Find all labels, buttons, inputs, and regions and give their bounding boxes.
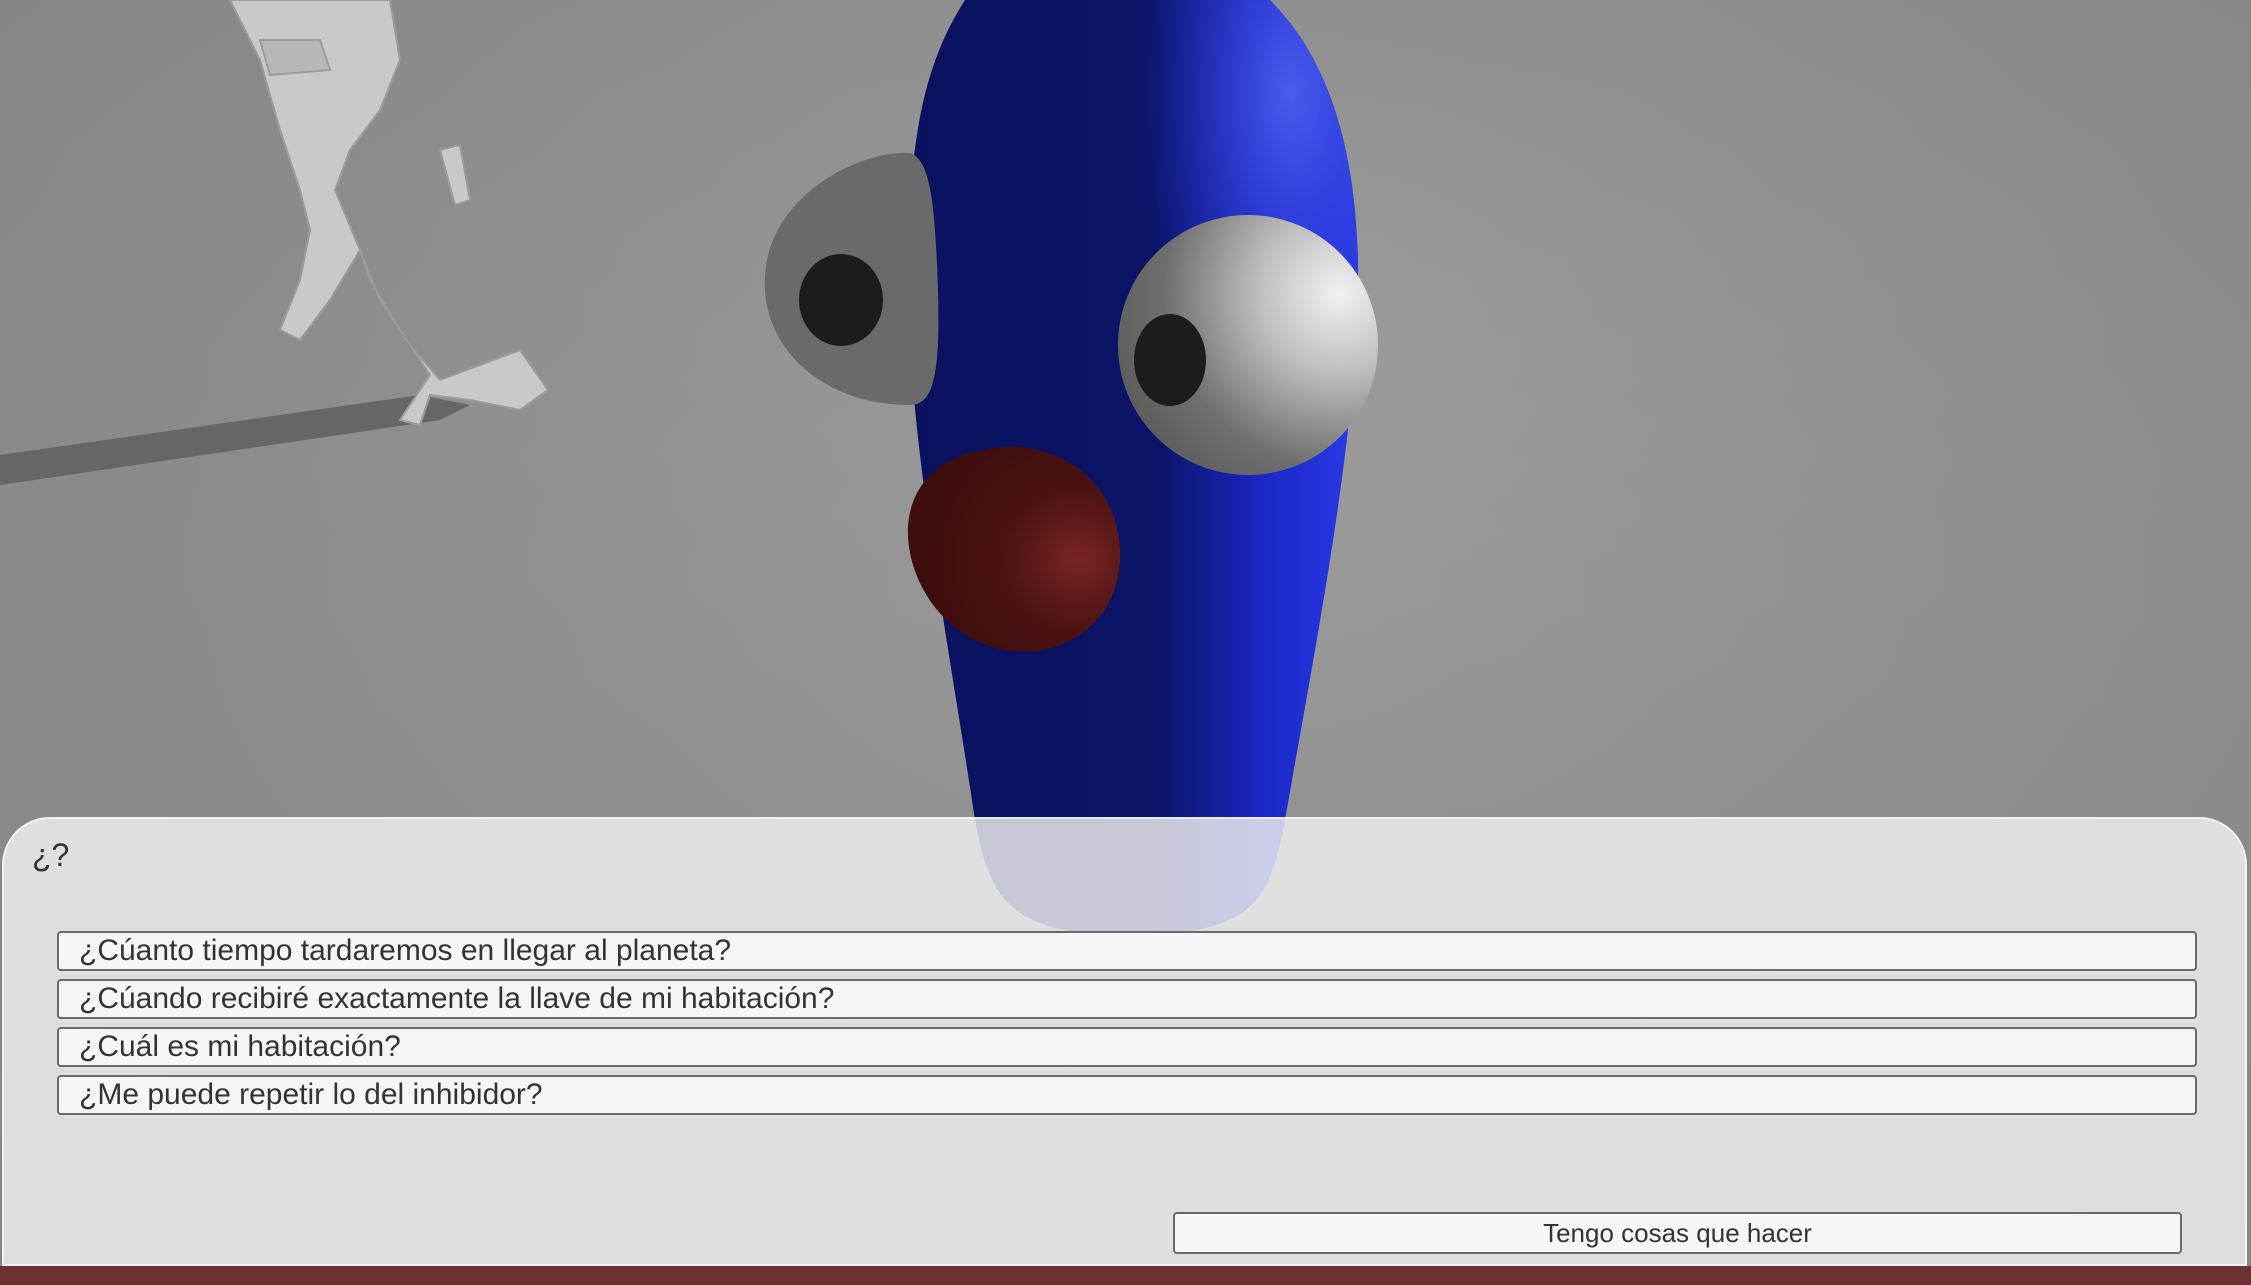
dialogue-option-3[interactable]: ¿Cuál es mi habitación?	[57, 1027, 2197, 1067]
bottom-bar	[0, 1266, 2251, 1285]
right-eye	[1118, 215, 1378, 475]
game-viewport: ¿? ¿Cúanto tiempo tardaremos en llegar a…	[0, 0, 2251, 1285]
leave-conversation-button[interactable]: Tengo cosas que hacer	[1173, 1212, 2182, 1254]
dialogue-option-1[interactable]: ¿Cúanto tiempo tardaremos en llegar al p…	[57, 931, 2197, 971]
dialogue-option-2[interactable]: ¿Cúando recibiré exactamente la llave de…	[57, 979, 2197, 1019]
npc-speech-text: ¿?	[32, 837, 70, 873]
dialogue-option-4[interactable]: ¿Me puede repetir lo del inhibidor?	[57, 1075, 2197, 1115]
dialogue-panel: ¿? ¿Cúanto tiempo tardaremos en llegar a…	[2, 817, 2247, 1266]
